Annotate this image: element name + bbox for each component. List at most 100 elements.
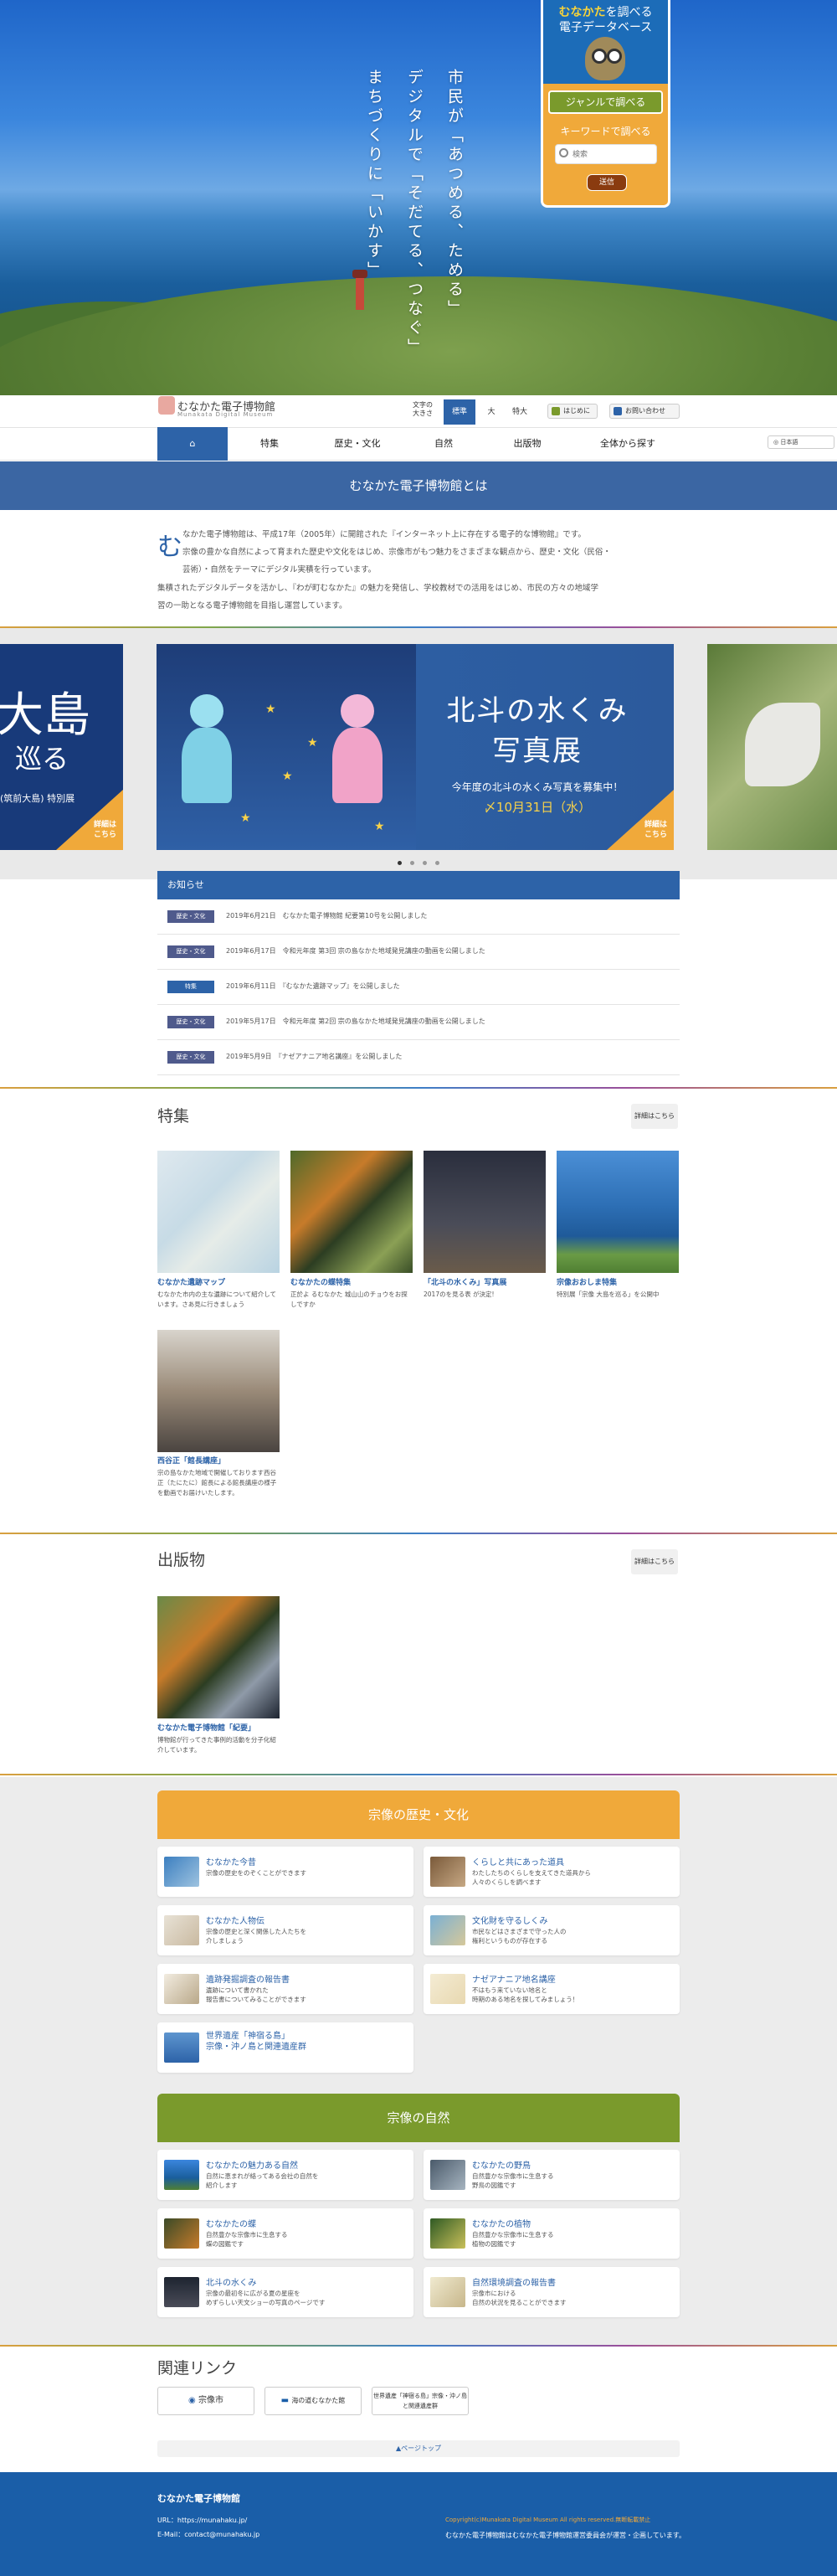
keyword-label: キーワードで調べる [560, 126, 651, 137]
card-title: 文化財を守るしくみ [472, 1917, 548, 1926]
card-thumb [164, 2218, 199, 2249]
news-row[interactable]: 歴史・文化 2019年5月17日 令和元年度 第2回 宗の島なかた地域発見講座の動… [157, 1005, 680, 1040]
carousel-dot[interactable] [435, 861, 439, 865]
news-text: 2019年5月17日 令和元年度 第2回 宗の島なかた地域発見講座の動画を公開し… [226, 1018, 485, 1025]
carousel-dot[interactable] [398, 861, 402, 865]
nature-card[interactable]: 自然環境調査の報告書 宗像市における 自然の状況を見ることができます [424, 2267, 680, 2317]
font-size-large[interactable]: 大 [475, 399, 507, 425]
feature-hokuto-image[interactable] [424, 1151, 546, 1273]
history-card[interactable]: 世界遺産「神宿る島」 宗像・沖ノ島と関連遺産群 [157, 2022, 413, 2073]
feature-title[interactable]: 西谷正「館長講座」 [157, 1455, 225, 1466]
publications-more-button[interactable]: 詳細はこちら [631, 1549, 678, 1574]
footer-url[interactable]: URL：https://munahaku.jp/ [157, 2516, 247, 2525]
news-row[interactable]: 歴史・文化 2019年5月9日 『ナゼアナニア地名講座』を公開しました [157, 1040, 680, 1075]
history-card[interactable]: ナゼアナニア地名講座 不はもう来ていない地名と 時期のある地名を探してみましょう！ [424, 1964, 680, 2014]
feature-lecture-image[interactable] [157, 1330, 280, 1452]
link-uminomichi[interactable]: ▬ 海の道むなかた館 [264, 2387, 362, 2415]
slide-oshima[interactable]: 大島 巡る (筑前大島) 特別展 詳細は こちら [0, 644, 123, 850]
divider [0, 1087, 837, 1089]
feature-butterfly-image[interactable] [290, 1151, 413, 1273]
news-row[interactable]: 特集 2019年6月11日 『むなかた遺跡マップ』を公開しました [157, 970, 680, 1005]
more-corner-label[interactable]: 詳細は こちら [644, 820, 667, 840]
site-logo-sub: Munakata Digital Museum [177, 411, 274, 418]
card-title: むなかた今昔 [206, 1858, 256, 1868]
link-munakata-city[interactable]: ◉ 宗像市 [157, 2387, 254, 2415]
card-thumb [164, 1974, 199, 2004]
card-desc: 宗像の最初冬に広がる夏の星座を めずらしい天文ショーの写真のページです [206, 2290, 326, 2306]
intro-button[interactable]: はじめに [547, 404, 598, 419]
links-title: 関連リンク [157, 2359, 238, 2378]
news-heading: お知らせ [157, 871, 680, 899]
card-thumb [430, 1915, 465, 1945]
card-desc: 宗像の歴史をのぞくことができます [206, 1869, 306, 1877]
history-card[interactable]: 文化財を守るしくみ 市民などはさまざまで守った人の 権利というものが存在する [424, 1905, 680, 1955]
nature-card[interactable]: むなかたの植物 自然豊かな宗像市に生息する 植物の図鑑です [424, 2208, 680, 2259]
keyword-search-input[interactable] [555, 144, 657, 164]
carousel-dot[interactable] [410, 861, 414, 865]
feature-title[interactable]: 宗像おおしま特集 [557, 1276, 617, 1287]
nature-title: 宗像の自然 [157, 2094, 680, 2142]
feature-map-image[interactable] [157, 1151, 280, 1273]
feature-oshima-image[interactable] [557, 1151, 679, 1273]
slide-butterfly[interactable] [707, 644, 837, 850]
publication-title[interactable]: むなかた電子博物館「紀要」 [157, 1722, 255, 1733]
nav-history[interactable]: 歴史・文化 [320, 427, 395, 461]
news-text: 2019年6月17日 令和元年度 第3回 宗の島なかた地域発見講座の動画を公開し… [226, 947, 485, 955]
carousel-dot[interactable] [423, 861, 427, 865]
feature-title[interactable]: むなかた遺跡マップ [157, 1276, 225, 1287]
feature-title[interactable]: むなかたの蝶特集 [290, 1276, 351, 1287]
feature-title[interactable]: 「北斗の水くみ」写真展 [424, 1276, 506, 1287]
footer-mail[interactable]: E-Mail：contact@munahaku.jp [157, 2530, 259, 2539]
about-text-1: なかた電子博物館は、平成17年（2005年）に開館された『インターネット上に存在… [182, 530, 611, 574]
history-title: 宗像の歴史・文化 [157, 1790, 680, 1839]
contact-button[interactable]: お問い合わせ [609, 404, 680, 419]
card-title: 遺跡発掘調査の報告書 [206, 1976, 290, 1985]
search-panel-title: むなかたを調べる [558, 6, 653, 19]
history-card[interactable]: むなかた今昔 宗像の歴史をのぞくことができます [157, 1847, 413, 1897]
nature-card[interactable]: 北斗の水くみ 宗像の最初冬に広がる夏の星座を めずらしい天文ショーの写真のページで… [157, 2267, 413, 2317]
slide-hokuto[interactable]: ★ ★ ★ ★ ★ 北斗の水くみ 写真展 今年度の北斗の水くみ写真を募集中！ 〆… [157, 644, 674, 850]
footer [0, 2472, 837, 2576]
nature-card[interactable]: むなかたの魅力ある自然 自然に恵まれが絡ってある会社の自然を 紹介します [157, 2150, 413, 2200]
search-panel-subtitle: 電子データベース [558, 21, 653, 34]
card-desc: 自然豊かな宗像市に生息する 野鳥の図鑑です [472, 2172, 554, 2189]
feature-desc: むなかた市内の主な遺跡について紹介しています。さあ見に行きましょう [157, 1291, 277, 1308]
publication-desc: 博物館が行ってきた事例的活動を分子化紹介しています。 [157, 1736, 276, 1754]
nav-publications[interactable]: 出版物 [494, 427, 561, 461]
page-top-link[interactable]: ▲ページトップ [157, 2440, 680, 2457]
logo-icon[interactable] [158, 396, 175, 415]
link-world-heritage[interactable]: 世界遺産「神宿る島」宗像・沖ノ島と関連遺産群 [372, 2387, 469, 2415]
features-more-button[interactable]: 詳細はこちら [631, 1104, 678, 1129]
card-thumb [164, 2032, 199, 2063]
news-tag: 特集 [167, 981, 214, 993]
nature-card[interactable]: むなかたの野鳥 自然豊かな宗像市に生息する 野鳥の図鑑です [424, 2150, 680, 2200]
font-size-standard[interactable]: 標準 [444, 399, 475, 425]
history-card[interactable]: 遺跡発掘調査の報告書 遺跡について書かれた 報告書についてみることができます [157, 1964, 413, 2014]
nav-all[interactable]: 全体から探す [586, 427, 670, 461]
museum-logo-icon: ▬ [280, 2396, 292, 2405]
history-card[interactable]: むなかた人物伝 宗像の歴史と深く関係した人たちを 介しましょう [157, 1905, 413, 1955]
nav-nature[interactable]: 自然 [410, 427, 477, 461]
star-icon: ★ [265, 703, 276, 716]
news-row[interactable]: 歴史・文化 2019年6月17日 令和元年度 第3回 宗の島なかた地域発見講座の動… [157, 935, 680, 970]
nav-home[interactable]: ⌂ [157, 427, 228, 461]
hero-line-3: まちづくりに「いかす」 [365, 69, 383, 281]
nav-features[interactable]: 特集 [236, 427, 303, 461]
slide-title: 大島 [0, 688, 90, 743]
news-row[interactable]: 歴史・文化 2019年6月21日 むなかた電子博物館 紀要第10号を公開しました [157, 899, 680, 935]
genre-search-button[interactable]: ジャンルで調べる [548, 90, 663, 114]
history-card[interactable]: くらしと共にあった道具 わたしたちのくらしを支えてきた道具から 人々のくらしを調べ… [424, 1847, 680, 1897]
star-icon: ★ [307, 736, 318, 750]
news-tag: 歴史・文化 [167, 910, 214, 923]
language-select[interactable]: ◎ 日本語 [768, 435, 834, 449]
publication-image[interactable] [157, 1596, 280, 1718]
news-tag: 歴史・文化 [167, 1016, 214, 1028]
search-submit-button[interactable]: 送信 [587, 174, 627, 191]
lighthouse-image [352, 270, 367, 310]
hero-banner: 市民が「あつめる、ためる」 デジタルで「そだてる、つなぐ」 まちづくりに「いかす… [0, 0, 837, 395]
about-title: むなかた電子博物館とは [0, 461, 837, 510]
news-tag: 歴史・文化 [167, 945, 214, 958]
font-size-xlarge[interactable]: 特大 [504, 399, 536, 425]
news-tag: 歴史・文化 [167, 1051, 214, 1064]
nature-card[interactable]: むなかたの蝶 自然豊かな宗像市に生息する 蝶の図鑑です [157, 2208, 413, 2259]
